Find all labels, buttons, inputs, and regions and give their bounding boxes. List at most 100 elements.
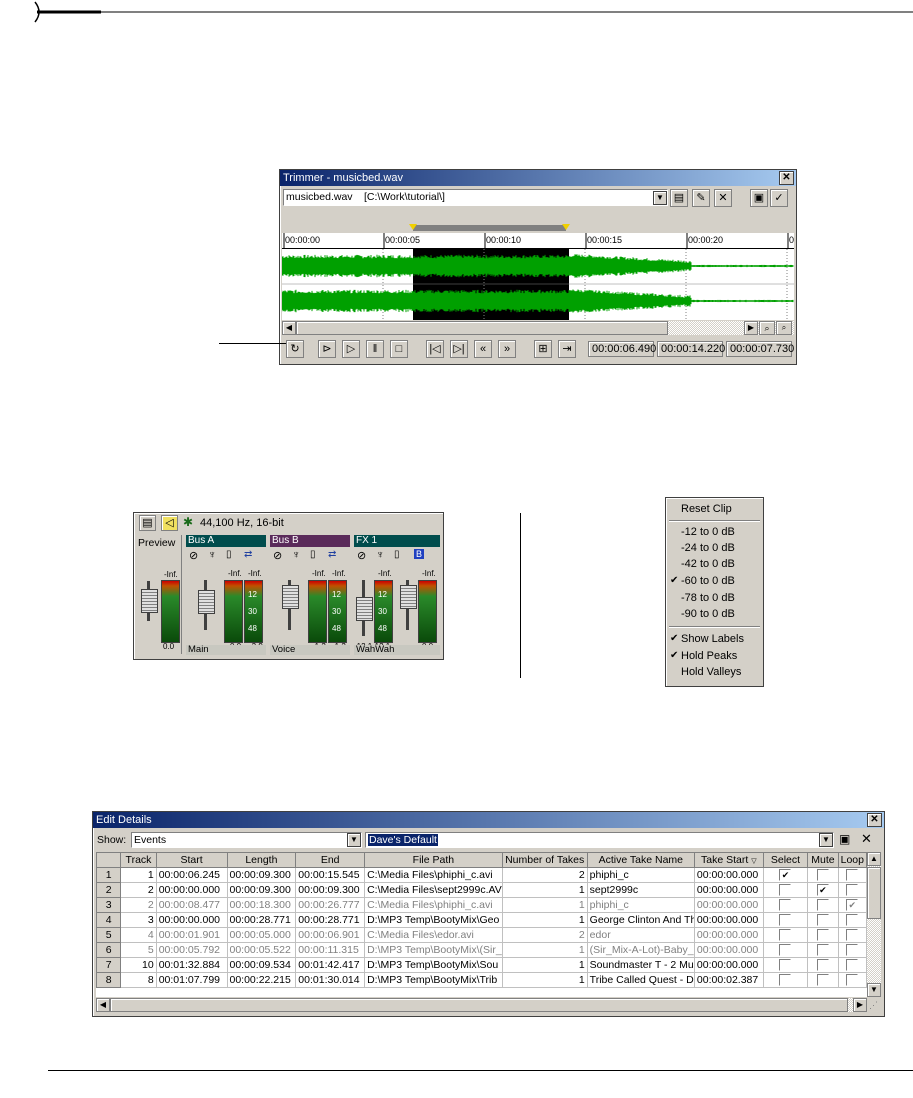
cell-length[interactable]: 00:00:09.300 [226, 882, 297, 898]
cell-path[interactable]: D:\MP3 Temp\BootyMix\Geo [364, 912, 503, 928]
cell-end[interactable]: 00:00:26.777 [295, 897, 366, 913]
go-to-start-icon[interactable]: |◁ [426, 340, 444, 358]
scroll-right-icon[interactable]: ▶ [744, 321, 758, 335]
cell-take-start[interactable]: 00:00:02.387 [693, 972, 764, 988]
cell-take[interactable]: Tribe Called Quest - D [586, 972, 695, 988]
menu-item-12db[interactable]: -12 to 0 dB [666, 525, 763, 539]
cell-take-start[interactable]: 00:00:00.000 [693, 957, 764, 973]
column-header-end[interactable]: End [295, 852, 366, 868]
mute-checkbox[interactable]: ✔ [816, 884, 829, 897]
column-header-track[interactable]: Track [120, 852, 157, 868]
cell-start[interactable]: 00:01:07.799 [155, 972, 228, 988]
loop-checkbox[interactable] [846, 974, 859, 987]
cell-path[interactable]: C:\Media Files\phiphi_c.avi [364, 867, 503, 883]
rewind-icon[interactable]: « [474, 340, 492, 358]
table-row[interactable]: 3 2 00:00:08.477 00:00:18.300 00:00:26.777 C:… [96, 897, 867, 913]
delete-icon[interactable]: ✕ [861, 831, 872, 847]
fx-icon[interactable]: ⊘ [189, 549, 198, 562]
column-header-start[interactable]: Start [155, 852, 228, 868]
play-icon[interactable]: ▷ [342, 340, 360, 358]
column-header-select[interactable]: Select [762, 852, 809, 868]
select-checkbox[interactable] [779, 959, 792, 972]
resize-grip-icon[interactable]: ⋰ [869, 1000, 878, 1011]
show-select[interactable]: Events ▼ [131, 832, 362, 848]
route-icon[interactable]: ▯ [310, 549, 316, 560]
loop-checkbox[interactable] [846, 929, 859, 942]
select-checkbox[interactable] [779, 929, 792, 942]
select-checkbox[interactable] [779, 884, 792, 897]
menu-item-reset-clip[interactable]: Reset Clip [666, 502, 763, 516]
column-header-length[interactable]: Length [226, 852, 297, 868]
output-icon[interactable]: ⇄ [328, 549, 336, 560]
loop-checkbox[interactable] [846, 914, 859, 927]
cell-track[interactable]: 2 [120, 897, 157, 913]
loop-end-marker[interactable] [562, 224, 570, 230]
insert-fx-icon[interactable]: ♆ [208, 549, 216, 561]
column-header-file-path[interactable]: File Path [364, 852, 503, 868]
cell-end[interactable]: 00:01:30.014 [295, 972, 366, 988]
waveform-display[interactable] [281, 249, 794, 320]
column-header-loop[interactable]: Loop [837, 852, 867, 868]
table-row[interactable]: 5 4 00:00:01.901 00:00:05.000 00:00:06.901 C:… [96, 927, 867, 943]
cell-start[interactable]: 00:00:00.000 [155, 882, 228, 898]
cell-start[interactable]: 00:00:06.245 [155, 867, 228, 883]
menu-item-hold-valleys[interactable]: Hold Valleys [666, 665, 763, 679]
select-checkbox[interactable] [779, 974, 792, 987]
menu-item-60db[interactable]: ✔ -60 to 0 dB [666, 574, 763, 588]
cell-path[interactable]: C:\Media Files\phiphi_c.avi [364, 897, 503, 913]
fx-icon[interactable]: ⊘ [273, 549, 282, 562]
table-row[interactable]: 1 1 00:00:06.245 00:00:09.300 00:00:15.545 C:… [96, 867, 867, 883]
properties-icon[interactable]: ▤ [139, 515, 156, 531]
cell-takes[interactable]: 1 [501, 912, 588, 928]
select-checkbox[interactable] [779, 944, 792, 957]
column-header[interactable] [96, 852, 122, 868]
route-icon[interactable]: ▯ [394, 549, 400, 560]
preset-select[interactable]: Dave's Default ▼ [365, 832, 834, 848]
cell-takes[interactable]: 1 [501, 972, 588, 988]
fx1-input-fader[interactable] [356, 597, 373, 621]
cell-path[interactable]: C:\Media Files\edor.avi [364, 927, 503, 943]
bus-b-fader[interactable] [282, 585, 299, 609]
menu-item-show-labels[interactable]: ✔ Show Labels [666, 632, 763, 646]
cell-track[interactable]: 5 [120, 942, 157, 958]
column-header-take-start[interactable]: Take Start ▽ [693, 852, 764, 868]
menu-item-hold-peaks[interactable]: ✔ Hold Peaks [666, 649, 763, 663]
cell-start[interactable]: 00:00:08.477 [155, 897, 228, 913]
preview-fader[interactable] [141, 589, 158, 613]
zoom-out-icon[interactable]: ⌕ [776, 321, 792, 335]
row-number[interactable]: 2 [96, 882, 122, 898]
scroll-thumb[interactable] [110, 998, 848, 1012]
loop-start-marker[interactable] [409, 224, 417, 230]
insert-icon[interactable]: ⊞ [534, 340, 552, 358]
mute-checkbox[interactable] [816, 899, 829, 912]
cell-end[interactable]: 00:00:06.901 [295, 927, 366, 943]
table-row[interactable]: 2 2 00:00:00.000 00:00:09.300 00:00:09.300 C:… [96, 882, 867, 898]
loop-checkbox[interactable] [846, 884, 859, 897]
cell-path[interactable]: D:\MP3 Temp\BootyMix\(Sir_ [364, 942, 503, 958]
pause-icon[interactable]: ‖ [366, 340, 384, 358]
cell-take[interactable]: Soundmaster T - 2 Mu [586, 957, 695, 973]
add-bus-icon[interactable]: ✱ [183, 515, 193, 529]
properties-icon[interactable]: ▤ [670, 189, 688, 207]
cell-start[interactable]: 00:01:32.884 [155, 957, 228, 973]
zoom-in-icon[interactable]: ⌕ [759, 321, 775, 335]
cell-take[interactable]: phiphi_c [586, 897, 695, 913]
column-header-mute[interactable]: Mute [807, 852, 839, 868]
play-from-start-icon[interactable]: ⊳ [318, 340, 336, 358]
cell-start[interactable]: 00:00:01.901 [155, 927, 228, 943]
rename-icon[interactable]: ✓ [770, 189, 788, 207]
column-header-active-take-name[interactable]: Active Take Name [586, 852, 695, 868]
cell-take[interactable]: edor [586, 927, 695, 943]
loop-region-bar[interactable] [413, 225, 566, 231]
cell-end[interactable]: 00:00:11.315 [295, 942, 366, 958]
go-to-end-icon[interactable]: ▷| [450, 340, 468, 358]
column-header-number-of-takes[interactable]: Number of Takes [501, 852, 588, 868]
cell-take-start[interactable]: 00:00:00.000 [693, 912, 764, 928]
row-number[interactable]: 7 [96, 957, 122, 973]
loop-icon[interactable]: ↻ [286, 340, 304, 358]
cell-takes[interactable]: 1 [501, 882, 588, 898]
cell-takes[interactable]: 2 [501, 927, 588, 943]
chevron-down-icon[interactable]: ▼ [347, 833, 361, 847]
cell-track[interactable]: 8 [120, 972, 157, 988]
cell-takes[interactable]: 1 [501, 957, 588, 973]
